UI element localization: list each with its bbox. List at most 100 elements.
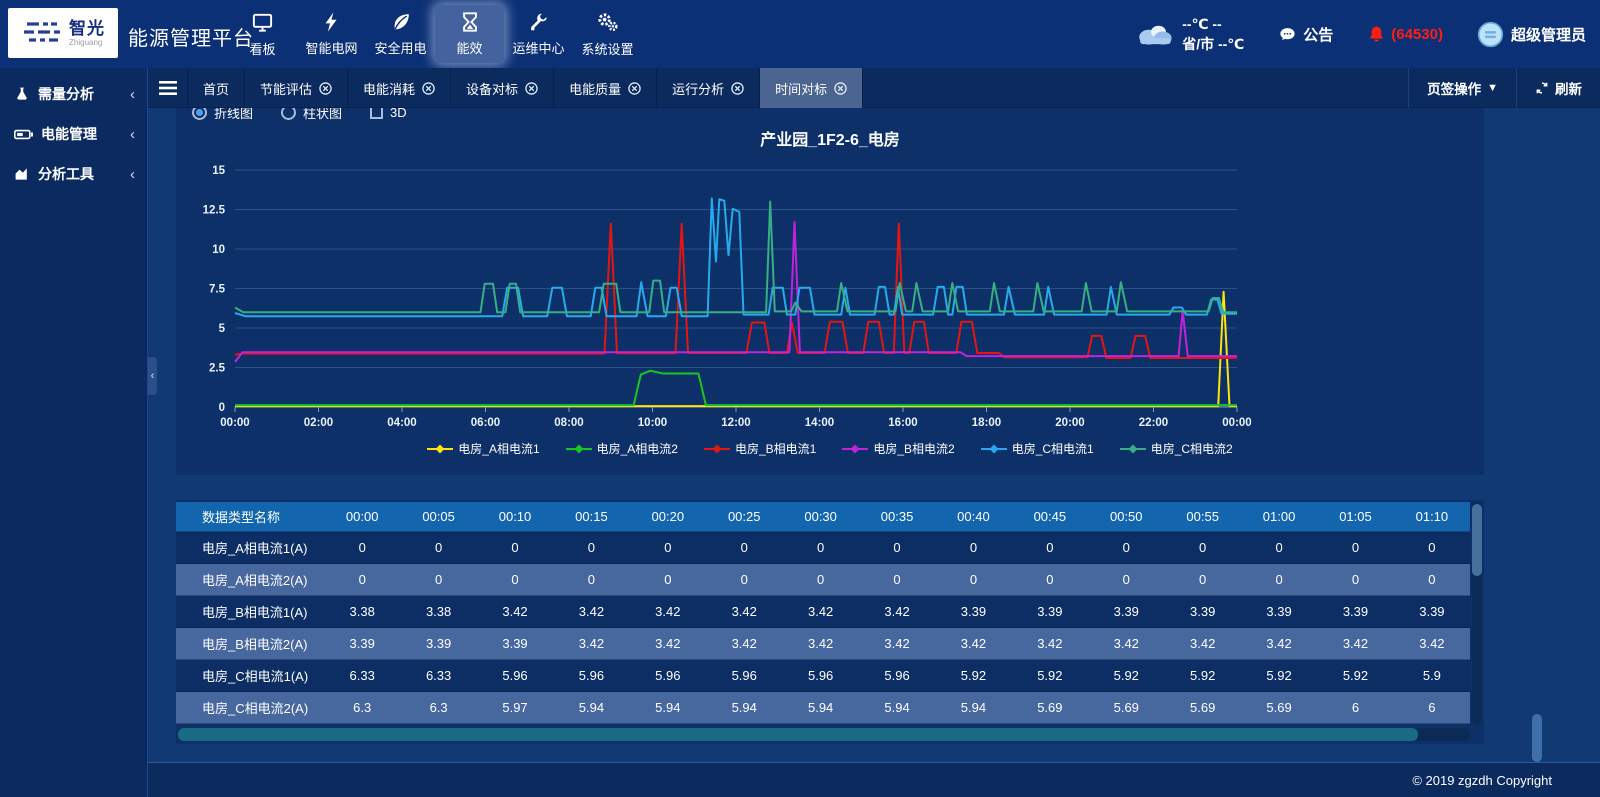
nav-item-3[interactable]: 安全用电 bbox=[366, 5, 435, 63]
close-tab-icon[interactable] bbox=[628, 82, 641, 95]
chart-legend: 电房_A相电流1 电房_A相电流2 电房_B相电流1 电房_B相电流2 电房_C相电流1… bbox=[176, 440, 1484, 457]
column-header-time: 00:30 bbox=[782, 502, 858, 531]
page-vertical-scrollbar[interactable] bbox=[1532, 714, 1542, 762]
tab-6[interactable]: 运行分析 bbox=[657, 68, 760, 108]
cell-value: 3.42 bbox=[1241, 628, 1317, 659]
nav-label: 运维中心 bbox=[512, 38, 564, 57]
cell-value: 5.69 bbox=[1088, 692, 1164, 723]
nav-item-6[interactable]: 系统设置 bbox=[573, 5, 642, 63]
close-tab-icon[interactable] bbox=[834, 82, 847, 95]
nav-label: 看板 bbox=[249, 39, 275, 58]
legend-item-4[interactable]: 电房_B相电流2 bbox=[842, 440, 954, 457]
column-header-time: 00:40 bbox=[935, 502, 1011, 531]
cell-value: 0 bbox=[935, 532, 1011, 563]
announcement-button[interactable]: 公告 bbox=[1278, 24, 1333, 45]
refresh-button[interactable]: 刷新 bbox=[1516, 68, 1600, 108]
cell-value: 6 bbox=[1394, 692, 1470, 723]
close-tab-icon[interactable] bbox=[422, 82, 435, 95]
cell-value: 3.42 bbox=[630, 596, 706, 627]
hamburger-menu-icon[interactable] bbox=[148, 68, 188, 108]
cell-value: 3.42 bbox=[1394, 628, 1470, 659]
sidebar-item-label: 电能管理 bbox=[41, 124, 122, 144]
table-vertical-scrollbar[interactable] bbox=[1472, 502, 1482, 724]
cell-value: 0 bbox=[1317, 532, 1393, 563]
cell-value: 6 bbox=[1317, 692, 1393, 723]
chevron-down-icon: ▼ bbox=[1487, 82, 1498, 94]
close-tab-icon[interactable] bbox=[525, 82, 538, 95]
cell-value: 5.96 bbox=[859, 660, 935, 691]
nav-item-4[interactable]: 能效 bbox=[435, 5, 504, 63]
legend-item-6[interactable]: 电房_C相电流2 bbox=[1120, 440, 1233, 457]
svg-text:12.5: 12.5 bbox=[203, 205, 226, 217]
cell-value: 3.42 bbox=[706, 596, 782, 627]
sidebar-item-1[interactable]: 需量分析‹ bbox=[0, 74, 147, 114]
table-horizontal-scrollbar[interactable] bbox=[178, 728, 1470, 741]
radio-option-2[interactable]: 柱状图 bbox=[281, 108, 342, 122]
legend-item-5[interactable]: 电房_C相电流1 bbox=[981, 440, 1094, 457]
chart-title: 产业园_1F2-6_电房 bbox=[176, 126, 1484, 150]
close-tab-icon[interactable] bbox=[319, 82, 332, 95]
cell-value: 0 bbox=[630, 564, 706, 595]
cell-value: 6.3 bbox=[324, 692, 400, 723]
legend-item-2[interactable]: 电房_A相电流2 bbox=[566, 440, 678, 457]
cell-value: 3.39 bbox=[935, 596, 1011, 627]
svg-text:5: 5 bbox=[219, 323, 226, 335]
top-header: 智光 Zhiguang 能源管理平台 看板智能电网安全用电能效运维中心系统设置 … bbox=[0, 0, 1600, 68]
tab-3[interactable]: 电能消耗 bbox=[348, 68, 451, 108]
close-tab-icon[interactable] bbox=[731, 82, 744, 95]
svg-text:04:00: 04:00 bbox=[387, 417, 416, 429]
cell-value: 5.96 bbox=[782, 660, 858, 691]
cell-value: 3.42 bbox=[477, 596, 553, 627]
radio-icon bbox=[281, 108, 296, 120]
cell-value: 0 bbox=[1394, 532, 1470, 563]
cell-value: 3.42 bbox=[706, 628, 782, 659]
legend-label: 电房_C相电流2 bbox=[1151, 440, 1233, 457]
tab-5[interactable]: 电能质量 bbox=[554, 68, 657, 108]
brand-name: 智光 bbox=[69, 20, 105, 37]
nav-item-2[interactable]: 智能电网 bbox=[297, 5, 366, 63]
nav-item-5[interactable]: 运维中心 bbox=[504, 5, 573, 63]
logo-stripes-icon bbox=[21, 18, 65, 48]
cell-value: 5.69 bbox=[1012, 692, 1088, 723]
svg-text:06:00: 06:00 bbox=[471, 417, 500, 429]
cell-value: 0 bbox=[400, 564, 476, 595]
cell-value: 0 bbox=[630, 532, 706, 563]
chevron-left-icon: ‹ bbox=[130, 86, 135, 103]
svg-text:15: 15 bbox=[212, 165, 225, 177]
user-menu[interactable]: 超级管理员 bbox=[1477, 21, 1586, 48]
legend-item-3[interactable]: 电房_B相电流1 bbox=[704, 440, 816, 457]
cell-value: 5.96 bbox=[553, 660, 629, 691]
cell-value: 3.42 bbox=[859, 628, 935, 659]
legend-label: 电房_C相电流1 bbox=[1012, 440, 1094, 457]
tab-operations-dropdown[interactable]: 页签操作 ▼ bbox=[1408, 68, 1516, 108]
cell-value: 0 bbox=[1012, 532, 1088, 563]
sidebar-item-2[interactable]: 电能管理 ‹ bbox=[0, 114, 147, 154]
checkbox-option-3[interactable]: 3D bbox=[370, 108, 407, 120]
legend-item-1[interactable]: 电房_A相电流1 bbox=[427, 440, 539, 457]
svg-text:00:00: 00:00 bbox=[220, 417, 249, 429]
sidebar-collapse-handle[interactable]: ‹ bbox=[148, 357, 157, 395]
nav-label: 智能电网 bbox=[305, 38, 357, 57]
sidebar-item-3[interactable]: 分析工具‹ bbox=[0, 154, 147, 194]
column-header-time: 00:35 bbox=[859, 502, 935, 531]
chevron-left-icon: ‹ bbox=[130, 126, 135, 143]
user-name: 超级管理员 bbox=[1511, 24, 1586, 45]
cell-value: 3.42 bbox=[1317, 628, 1393, 659]
tab-7[interactable]: 时间对标 bbox=[760, 68, 863, 108]
tab-2[interactable]: 节能评估 bbox=[245, 68, 348, 108]
radio-option-1[interactable]: 折线图 bbox=[192, 108, 253, 122]
tab-1[interactable]: 首页 bbox=[188, 68, 245, 108]
svg-text:12:00: 12:00 bbox=[721, 417, 750, 429]
nav-item-1[interactable]: 看板 bbox=[228, 5, 297, 63]
nav-label: 系统设置 bbox=[581, 39, 633, 58]
alarm-button[interactable]: (64530) bbox=[1367, 25, 1443, 44]
cell-value: 5.96 bbox=[706, 660, 782, 691]
cell-value: 0 bbox=[935, 564, 1011, 595]
svg-text:0: 0 bbox=[219, 402, 225, 414]
tab-4[interactable]: 设备对标 bbox=[451, 68, 554, 108]
cell-value: 5.94 bbox=[859, 692, 935, 723]
cell-value: 0 bbox=[324, 564, 400, 595]
cell-value: 3.39 bbox=[1317, 596, 1393, 627]
nav-label: 能效 bbox=[456, 38, 482, 57]
refresh-icon bbox=[1535, 81, 1549, 95]
